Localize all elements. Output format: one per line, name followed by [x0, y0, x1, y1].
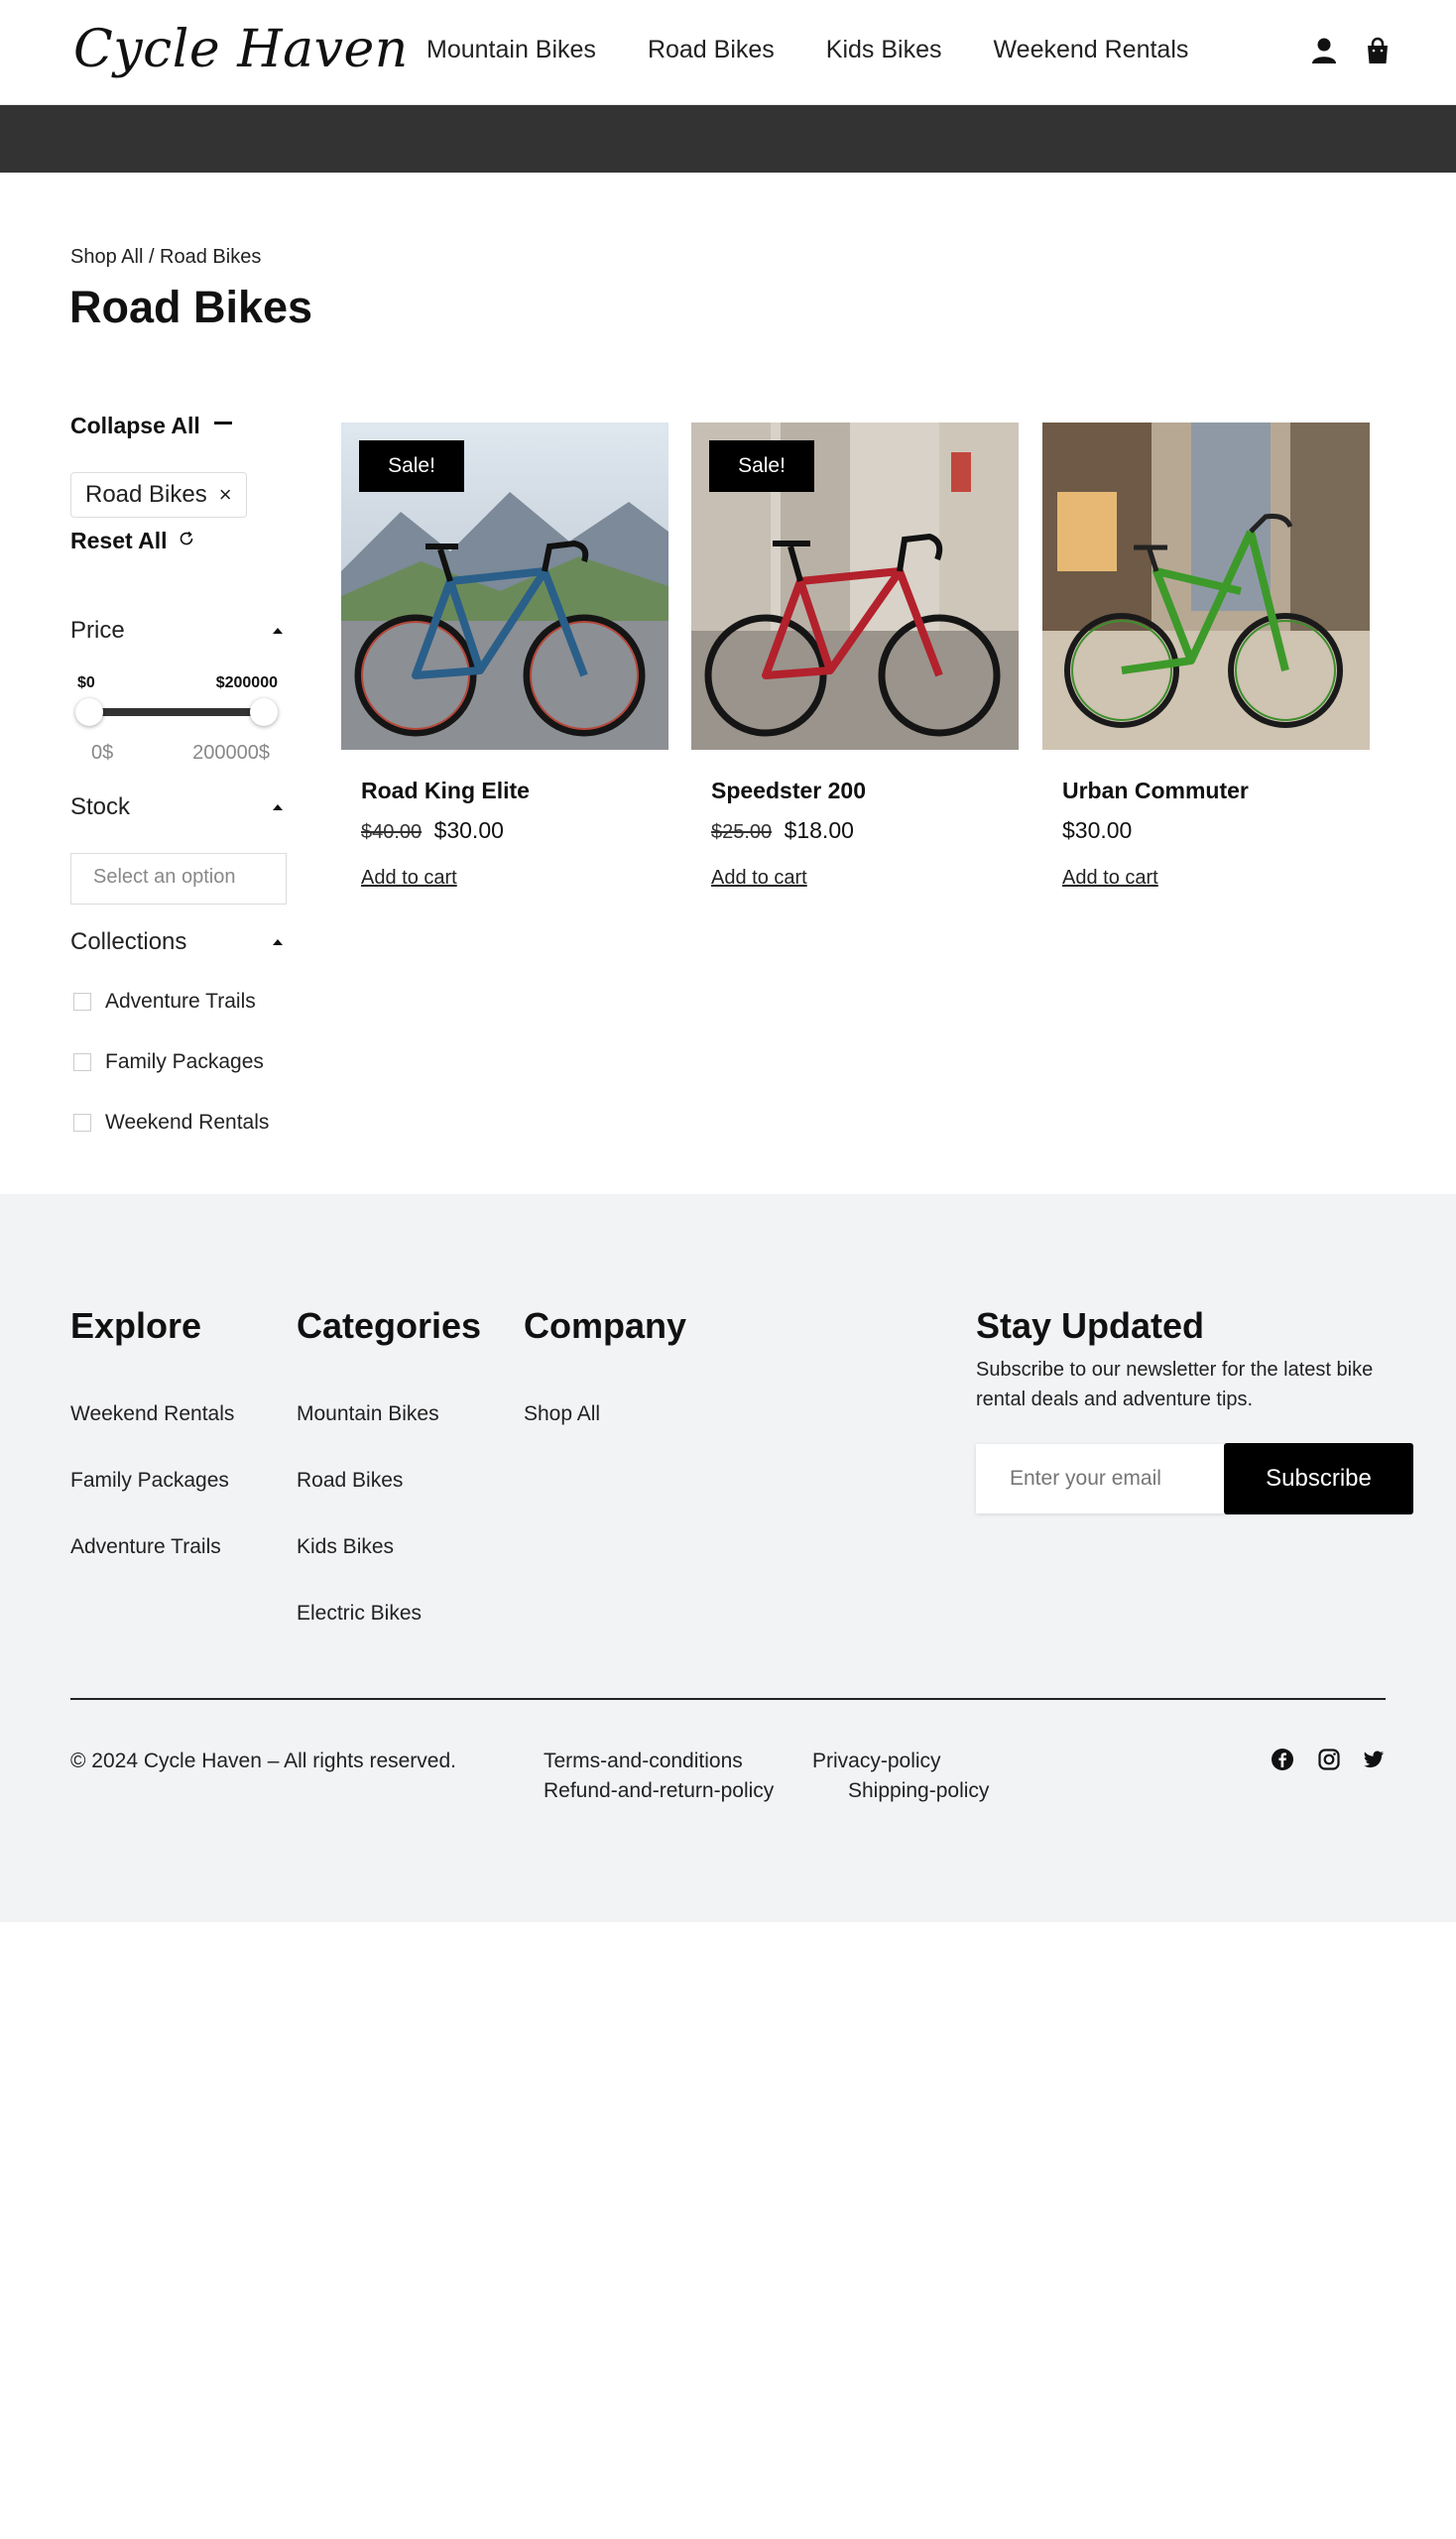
price-slider-labels: $0 $200000	[77, 674, 278, 692]
stock-select[interactable]: Select an option	[70, 853, 287, 905]
sale-badge: Sale!	[709, 440, 814, 492]
checkbox[interactable]	[73, 1114, 91, 1132]
product-old-price: $25.00	[711, 821, 773, 843]
product-price: $40.00 $30.00	[361, 817, 504, 844]
price-range-min: 0$	[91, 742, 114, 764]
footer-explore-heading: Explore	[70, 1305, 202, 1346]
footer-link[interactable]: Electric Bikes	[297, 1602, 422, 1626]
site-header: Cycle Haven Mountain Bikes Road Bikes Ki…	[0, 0, 1456, 105]
main-nav: Mountain Bikes Road Bikes Kids Bikes Wee…	[426, 36, 1240, 64]
product-name[interactable]: Urban Commuter	[1062, 778, 1249, 804]
collection-option-weekend-rentals[interactable]: Weekend Rentals	[73, 1111, 269, 1135]
minus-icon	[213, 422, 232, 424]
breadcrumb[interactable]: Shop All / Road Bikes	[70, 246, 261, 269]
checkbox[interactable]	[73, 1053, 91, 1071]
product-sale-price: $30.00	[433, 817, 504, 843]
collections-filter-toggle[interactable]: Collections	[70, 928, 283, 956]
collapse-all-label: Collapse All	[70, 413, 200, 438]
nav-weekend-rentals[interactable]: Weekend Rentals	[994, 36, 1189, 64]
active-filter-label: Road Bikes	[85, 481, 207, 508]
chevron-up-icon	[273, 939, 283, 945]
product-sale-price: $18.00	[784, 817, 854, 843]
promo-band	[0, 105, 1456, 173]
collapse-all-button[interactable]: Collapse All	[70, 413, 232, 439]
footer-divider	[70, 1698, 1386, 1700]
product-card[interactable]: Sale! Speedster 200 $25.00 $18.00 Add to…	[691, 423, 1019, 889]
footer-link[interactable]: Weekend Rentals	[70, 1402, 234, 1426]
sale-badge: Sale!	[359, 440, 464, 492]
footer-link[interactable]: Shop All	[524, 1402, 600, 1426]
legal-link-shipping[interactable]: Shipping-policy	[848, 1779, 989, 1803]
price-range-max: 200000$	[192, 742, 270, 764]
price-slider-max-handle[interactable]	[250, 698, 278, 726]
add-to-cart-button[interactable]: Add to cart	[1062, 867, 1158, 890]
chevron-up-icon	[273, 804, 283, 810]
newsletter-heading: Stay Updated	[976, 1305, 1205, 1346]
site-logo[interactable]: Cycle Haven	[73, 20, 409, 79]
newsletter-email-input[interactable]	[976, 1444, 1226, 1513]
reset-all-button[interactable]: Reset All	[70, 528, 195, 554]
active-filter-chip[interactable]: Road Bikes ×	[70, 472, 247, 518]
footer-categories-heading: Categories	[297, 1305, 482, 1346]
legal-link-privacy[interactable]: Privacy-policy	[812, 1750, 941, 1773]
close-icon[interactable]: ×	[219, 482, 232, 508]
product-image-speedster-200[interactable]: Sale!	[691, 423, 1019, 750]
price-min-label: $0	[77, 674, 95, 691]
footer-link[interactable]: Family Packages	[70, 1469, 229, 1493]
stock-filter-toggle[interactable]: Stock	[70, 793, 283, 821]
product-price-value: $30.00	[1062, 817, 1133, 843]
collection-option-adventure-trails[interactable]: Adventure Trails	[73, 990, 256, 1014]
collection-option-family-packages[interactable]: Family Packages	[73, 1050, 264, 1074]
collection-option-label: Adventure Trails	[105, 990, 256, 1013]
collection-option-label: Weekend Rentals	[105, 1111, 270, 1134]
product-image-road-king-elite[interactable]: Sale!	[341, 423, 668, 750]
price-filter-toggle[interactable]: Price	[70, 617, 283, 645]
refresh-icon	[178, 530, 195, 553]
add-to-cart-button[interactable]: Add to cart	[361, 867, 457, 890]
nav-kids-bikes[interactable]: Kids Bikes	[826, 36, 942, 64]
subscribe-button[interactable]: Subscribe	[1224, 1443, 1413, 1514]
product-old-price: $40.00	[361, 821, 423, 843]
shopping-bag-icon[interactable]	[1363, 36, 1393, 65]
newsletter-text: Subscribe to our newsletter for the late…	[976, 1359, 1374, 1410]
facebook-icon[interactable]	[1271, 1748, 1296, 1773]
instagram-icon[interactable]	[1317, 1748, 1343, 1773]
collection-option-label: Family Packages	[105, 1050, 264, 1073]
product-image-urban-commuter[interactable]	[1042, 423, 1370, 750]
price-slider-track[interactable]	[89, 708, 264, 716]
price-max-label: $200000	[215, 674, 278, 691]
stock-filter-label: Stock	[70, 793, 131, 820]
nav-mountain-bikes[interactable]: Mountain Bikes	[426, 36, 596, 64]
product-name[interactable]: Speedster 200	[711, 778, 866, 804]
user-icon[interactable]	[1309, 36, 1339, 65]
footer-company-heading: Company	[524, 1305, 687, 1346]
product-card[interactable]: Sale! Road King Elite $40.00 $30.00 Add …	[341, 423, 668, 889]
footer-link[interactable]: Kids Bikes	[297, 1535, 394, 1559]
checkbox[interactable]	[73, 993, 91, 1011]
footer-link[interactable]: Mountain Bikes	[297, 1402, 439, 1426]
product-name[interactable]: Road King Elite	[361, 778, 530, 804]
add-to-cart-button[interactable]: Add to cart	[711, 867, 807, 890]
footer-link[interactable]: Adventure Trails	[70, 1535, 221, 1559]
header-actions	[1309, 36, 1393, 65]
chevron-up-icon	[273, 628, 283, 634]
nav-road-bikes[interactable]: Road Bikes	[648, 36, 775, 64]
footer-link[interactable]: Road Bikes	[297, 1469, 403, 1493]
copyright-text: © 2024 Cycle Haven – All rights reserved…	[70, 1750, 456, 1772]
product-price: $25.00 $18.00	[711, 817, 854, 844]
collections-filter-label: Collections	[70, 928, 187, 955]
price-slider-min-handle[interactable]	[75, 698, 103, 726]
price-range-values: 0$ 200000$	[91, 742, 270, 765]
price-filter-label: Price	[70, 617, 125, 644]
legal-link-terms[interactable]: Terms-and-conditions	[544, 1750, 743, 1773]
page-title: Road Bikes	[69, 282, 313, 332]
product-card[interactable]: Urban Commuter $30.00 Add to cart	[1042, 423, 1370, 889]
product-price: $30.00	[1062, 817, 1132, 844]
legal-link-refund[interactable]: Refund-and-return-policy	[544, 1779, 774, 1803]
twitter-icon[interactable]	[1362, 1748, 1388, 1773]
site-footer: Explore Weekend Rentals Family Packages …	[0, 1194, 1456, 1922]
reset-all-label: Reset All	[70, 528, 168, 553]
